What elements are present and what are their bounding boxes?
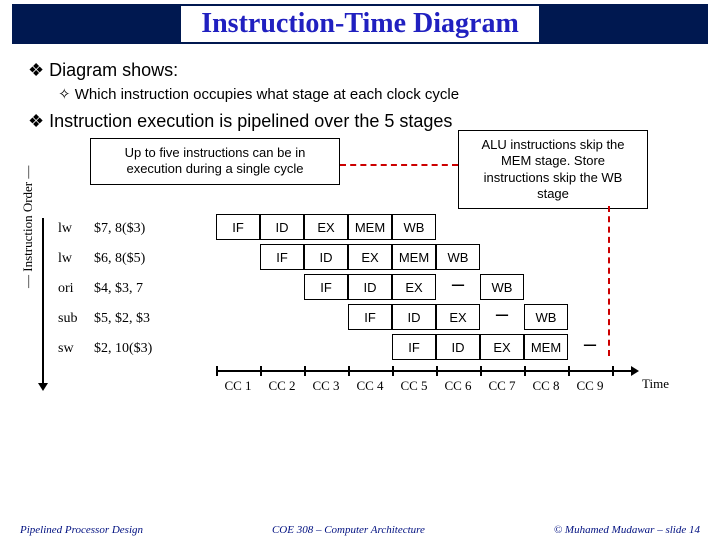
cycle-label: CC 9 (568, 378, 612, 394)
stage-cell: WB (480, 274, 524, 300)
cycle-label: CC 2 (260, 378, 304, 394)
stage-cell: EX (392, 274, 436, 300)
stage-cell: IF (304, 274, 348, 300)
footer: Pipelined Processor Design COE 308 – Com… (0, 524, 720, 536)
stage-cell: IF (260, 244, 304, 270)
stage-skip: – (436, 274, 480, 300)
stage-skip: – (480, 304, 524, 330)
bullet-which-instruction: Which instruction occupies what stage at… (58, 85, 692, 103)
stage-cell: MEM (348, 214, 392, 240)
instr-op: ori (58, 274, 94, 304)
stage-skip: – (568, 334, 612, 360)
footer-right: © Muhamed Mudawar – slide 14 (554, 524, 700, 536)
instr-args: $5, $2, $3 (94, 311, 150, 326)
y-axis-arrow (42, 218, 44, 388)
title-bar: Instruction-Time Diagram (12, 4, 708, 44)
stage-cell: EX (480, 334, 524, 360)
instruction-list: lw$7, 8($3) lw$6, 8($5) ori$4, $3, 7 sub… (58, 214, 152, 364)
stage-cell: EX (348, 244, 392, 270)
stage-cell: WB (392, 214, 436, 240)
cycle-label: CC 5 (392, 378, 436, 394)
stage-cell: IF (216, 214, 260, 240)
bullet-pipelined: Instruction execution is pipelined over … (28, 111, 692, 132)
stage-cell: WB (524, 304, 568, 330)
stage-cell: ID (348, 274, 392, 300)
callout-left: Up to five instructions can be in execut… (90, 138, 340, 185)
stage-cell: WB (436, 244, 480, 270)
instr-op: sub (58, 304, 94, 334)
pipeline-row: IFIDEXMEMWB (216, 244, 612, 274)
cycle-label: CC 8 (524, 378, 568, 394)
dash-arrow-left (340, 164, 458, 166)
instr-args: $7, 8($3) (94, 221, 145, 236)
footer-mid: COE 308 – Computer Architecture (272, 524, 425, 536)
instr-op: lw (58, 214, 94, 244)
stage-cell: EX (304, 214, 348, 240)
instr-row: lw$6, 8($5) (58, 244, 152, 274)
callout-right: ALU instructions skip the MEM stage. Sto… (458, 130, 648, 209)
instr-op: lw (58, 244, 94, 274)
stage-cell: MEM (524, 334, 568, 360)
y-axis-label: — Instruction Order — (20, 166, 36, 288)
cycle-label: CC 4 (348, 378, 392, 394)
time-label: Time (642, 376, 669, 392)
instr-args: $6, 8($5) (94, 251, 145, 266)
content: Diagram shows: Which instruction occupie… (0, 44, 720, 448)
instr-row: sub$5, $2, $3 (58, 304, 152, 334)
cycle-label: CC 6 (436, 378, 480, 394)
bullet-diagram-shows: Diagram shows: (28, 60, 692, 81)
stage-cell: IF (348, 304, 392, 330)
cycle-label: CC 7 (480, 378, 524, 394)
pipeline-row: IFIDEX–WB (216, 304, 612, 334)
y-axis-text: Instruction Order (20, 182, 35, 272)
diagram: Up to five instructions can be in execut… (28, 138, 692, 448)
cycle-labels: CC 1CC 2CC 3CC 4CC 5CC 6CC 7CC 8CC 9 (216, 378, 612, 394)
pipeline-grid: IFIDEXMEMWB IFIDEXMEMWB IFIDEX–WB IFIDEX… (216, 214, 612, 364)
cycle-label: CC 1 (216, 378, 260, 394)
stage-cell: MEM (392, 244, 436, 270)
stage-cell: ID (392, 304, 436, 330)
footer-left: Pipelined Processor Design (20, 524, 143, 536)
page-title: Instruction-Time Diagram (181, 6, 539, 42)
instr-op: sw (58, 334, 94, 364)
time-axis (216, 370, 636, 372)
instr-args: $4, $3, 7 (94, 281, 143, 296)
instr-row: lw$7, 8($3) (58, 214, 152, 244)
instr-row: ori$4, $3, 7 (58, 274, 152, 304)
cycle-label: CC 3 (304, 378, 348, 394)
pipeline-row: IFIDEXMEM– (216, 334, 612, 364)
stage-cell: ID (436, 334, 480, 360)
stage-cell: IF (392, 334, 436, 360)
stage-cell: ID (304, 244, 348, 270)
pipeline-row: IFIDEX–WB (216, 274, 612, 304)
pipeline-row: IFIDEXMEMWB (216, 214, 612, 244)
stage-cell: ID (260, 214, 304, 240)
stage-cell: EX (436, 304, 480, 330)
instr-args: $2, 10($3) (94, 341, 152, 356)
instr-row: sw$2, 10($3) (58, 334, 152, 364)
